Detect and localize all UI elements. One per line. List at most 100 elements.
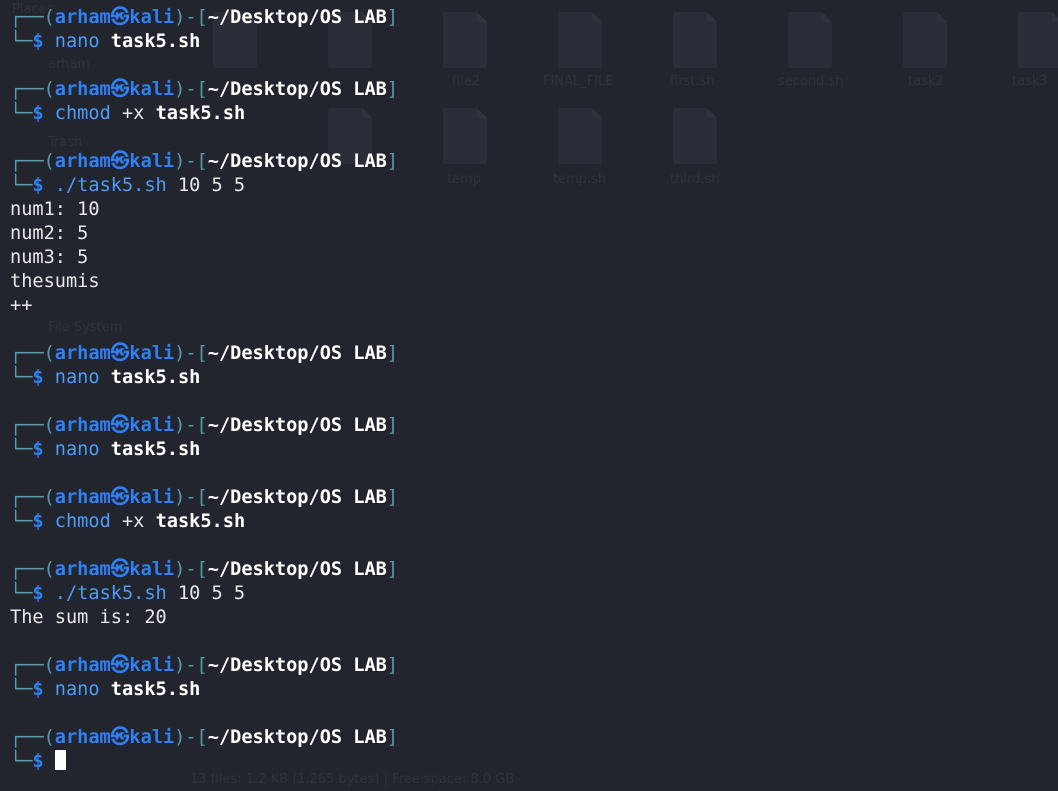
prompt-corner: └─ <box>10 31 33 52</box>
prompt-user: arham <box>54 727 111 748</box>
prompt-frame: ] <box>386 79 399 100</box>
command-args: 10 5 5 <box>177 583 246 604</box>
prompt-dollar: $ <box>32 439 44 460</box>
command-args: task5.sh <box>110 31 201 52</box>
prompt-frame: ┌──( <box>10 655 55 676</box>
prompt-frame: ] <box>386 727 399 748</box>
prompt-frame: ] <box>386 7 399 28</box>
prompt-path: ~/Desktop/OS LAB <box>207 151 387 172</box>
prompt-frame: ┌──( <box>10 79 55 100</box>
command-args: 10 5 5 <box>177 175 246 196</box>
command-name: ./task5.sh <box>54 175 167 196</box>
prompt-corner: └─ <box>10 511 33 532</box>
prompt-frame: )-[ <box>174 151 208 172</box>
prompt-path: ~/Desktop/OS LAB <box>207 559 387 580</box>
command-line: └─$ chmod +x task5.sh <box>10 510 245 534</box>
output-text: num3: 5 <box>10 247 89 268</box>
prompt-frame: ] <box>386 655 399 676</box>
prompt-at-icon: ㉿ <box>110 487 130 508</box>
command-flags: +x <box>121 511 145 532</box>
prompt-frame: )-[ <box>174 343 208 364</box>
prompt-frame: ┌──( <box>10 151 55 172</box>
prompt-host: kali <box>129 559 175 580</box>
prompt-corner: └─ <box>10 583 33 604</box>
prompt-user: arham <box>54 559 111 580</box>
terminal-window[interactable]: ┌──(arham㉿kali)-[~/Desktop/OS LAB] └─$ na… <box>0 0 1058 791</box>
command-args: task5.sh <box>155 511 246 532</box>
prompt-frame: ┌──( <box>10 7 55 28</box>
prompt-frame: )-[ <box>174 415 208 436</box>
prompt-host: kali <box>129 727 175 748</box>
prompt-header-line: ┌──(arham㉿kali)-[~/Desktop/OS LAB] <box>10 6 398 30</box>
output-line: thesumis <box>10 270 100 294</box>
command-line: └─$ <box>10 750 66 774</box>
prompt-frame: ┌──( <box>10 415 55 436</box>
command-name: nano <box>54 439 100 460</box>
prompt-header-line: ┌──(arham㉿kali)-[~/Desktop/OS LAB] <box>10 342 398 366</box>
prompt-dollar: $ <box>32 175 44 196</box>
prompt-frame: )-[ <box>174 487 208 508</box>
prompt-host: kali <box>129 655 175 676</box>
prompt-corner: └─ <box>10 175 33 196</box>
prompt-dollar: $ <box>32 31 44 52</box>
command-line: └─$ nano task5.sh <box>10 30 200 54</box>
command-line: └─$ nano task5.sh <box>10 366 200 390</box>
output-text: ++ <box>10 295 33 316</box>
prompt-frame: )-[ <box>174 727 208 748</box>
prompt-corner: └─ <box>10 751 33 772</box>
prompt-corner: └─ <box>10 103 33 124</box>
prompt-frame: ] <box>386 487 399 508</box>
prompt-user: arham <box>54 7 111 28</box>
prompt-user: arham <box>54 343 111 364</box>
prompt-dollar: $ <box>32 367 44 388</box>
prompt-at-icon: ㉿ <box>110 415 130 436</box>
command-name: chmod <box>54 103 111 124</box>
prompt-at-icon: ㉿ <box>110 7 130 28</box>
output-text: num1: 10 <box>10 199 100 220</box>
prompt-at-icon: ㉿ <box>110 559 130 580</box>
prompt-path: ~/Desktop/OS LAB <box>207 727 387 748</box>
prompt-header-line: ┌──(arham㉿kali)-[~/Desktop/OS LAB] <box>10 654 398 678</box>
prompt-frame: ] <box>386 559 399 580</box>
output-line: num1: 10 <box>10 198 100 222</box>
command-name: nano <box>54 31 100 52</box>
prompt-frame: )-[ <box>174 655 208 676</box>
prompt-frame: ] <box>386 415 399 436</box>
prompt-host: kali <box>129 343 175 364</box>
prompt-path: ~/Desktop/OS LAB <box>207 655 387 676</box>
prompt-corner: └─ <box>10 439 33 460</box>
output-line: ++ <box>10 294 32 318</box>
output-line: The sum is: 20 <box>10 606 167 630</box>
prompt-header-line: ┌──(arham㉿kali)-[~/Desktop/OS LAB] <box>10 150 398 174</box>
terminal-cursor[interactable] <box>54 750 66 770</box>
prompt-frame: ┌──( <box>10 727 55 748</box>
prompt-dollar: $ <box>32 583 44 604</box>
output-line: num2: 5 <box>10 222 88 246</box>
prompt-corner: └─ <box>10 679 33 700</box>
prompt-user: arham <box>54 151 111 172</box>
prompt-path: ~/Desktop/OS LAB <box>207 79 387 100</box>
output-text: num2: 5 <box>10 223 89 244</box>
prompt-host: kali <box>129 415 175 436</box>
prompt-host: kali <box>129 487 175 508</box>
output-text: thesumis <box>10 271 100 292</box>
prompt-at-icon: ㉿ <box>110 727 130 748</box>
prompt-frame: ┌──( <box>10 487 55 508</box>
command-flags: +x <box>121 103 145 124</box>
prompt-at-icon: ㉿ <box>110 79 130 100</box>
command-line: └─$ nano task5.sh <box>10 678 200 702</box>
prompt-frame: )-[ <box>174 559 208 580</box>
command-line: └─$ nano task5.sh <box>10 438 200 462</box>
command-line: └─$ ./task5.sh 10 5 5 <box>10 582 245 606</box>
prompt-path: ~/Desktop/OS LAB <box>207 7 387 28</box>
prompt-corner: └─ <box>10 367 33 388</box>
prompt-path: ~/Desktop/OS LAB <box>207 343 387 364</box>
prompt-frame: ] <box>386 151 399 172</box>
command-line: └─$ chmod +x task5.sh <box>10 102 245 126</box>
prompt-host: kali <box>129 151 175 172</box>
output-line: num3: 5 <box>10 246 88 270</box>
command-args: task5.sh <box>110 439 201 460</box>
command-name: ./task5.sh <box>54 583 167 604</box>
prompt-frame: ┌──( <box>10 343 55 364</box>
prompt-frame: ] <box>386 343 399 364</box>
